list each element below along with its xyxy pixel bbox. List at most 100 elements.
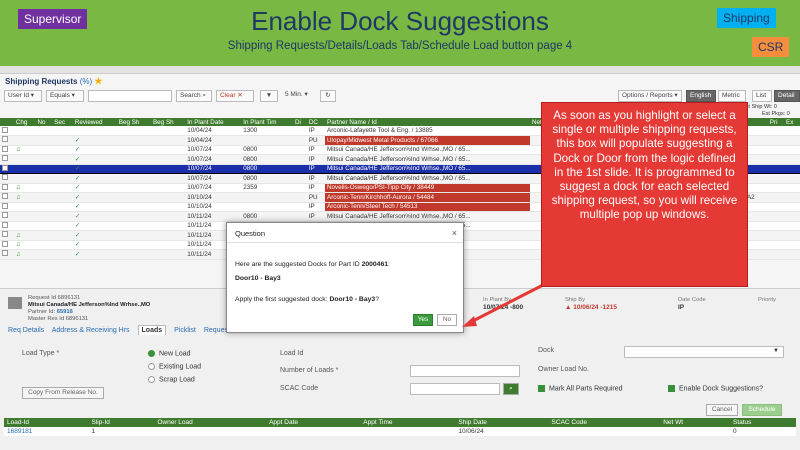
row-select-checkbox[interactable] xyxy=(2,145,8,152)
cell xyxy=(35,221,53,231)
no-button[interactable]: No xyxy=(437,314,457,326)
grid-column-header[interactable]: Sec xyxy=(52,118,73,126)
close-icon[interactable]: × xyxy=(452,228,457,238)
cell xyxy=(784,163,800,174)
grid-column-header[interactable]: No xyxy=(35,118,53,126)
cell xyxy=(72,126,117,136)
date-code-value: IP xyxy=(678,304,685,311)
cell xyxy=(52,221,73,231)
app-top-bar xyxy=(0,66,800,74)
cell xyxy=(116,126,151,136)
loads-column-header[interactable]: Status xyxy=(730,418,796,427)
row-select-checkbox[interactable] xyxy=(2,250,8,257)
cell xyxy=(0,135,14,146)
cell xyxy=(35,240,53,250)
english-toggle[interactable]: English xyxy=(686,90,716,102)
music-note-icon: ♫ xyxy=(15,193,21,201)
favorite-star-icon[interactable]: ★ xyxy=(94,76,102,86)
dock-select[interactable]: ▼ xyxy=(624,346,784,358)
tab-picklist[interactable]: Picklist xyxy=(174,327,196,334)
filter-field-select[interactable]: User Id ▾ xyxy=(4,90,42,102)
cell xyxy=(116,145,151,155)
grid-column-header[interactable]: Di xyxy=(293,118,307,126)
loads-cell[interactable]: 1689181 xyxy=(4,427,89,436)
grid-column-header[interactable]: Partner Name / Id xyxy=(325,118,530,126)
grid-column-header[interactable]: DC xyxy=(306,118,325,126)
tab-req-details[interactable]: Req Details xyxy=(8,327,44,334)
loads-column-header[interactable]: Appt Date xyxy=(266,418,361,427)
cell-partner: Arconic-Tenn/Kirchhoff-Aurora / 54484 xyxy=(325,192,530,203)
grid-column-header[interactable]: Reviewed xyxy=(72,118,117,126)
yes-button[interactable]: Yes xyxy=(413,314,433,326)
cancel-button[interactable]: Cancel xyxy=(706,404,738,416)
list-view-toggle[interactable]: List xyxy=(752,90,772,102)
filter-funnel-button[interactable]: ▼ xyxy=(260,90,278,102)
row-select-checkbox[interactable] xyxy=(2,164,8,171)
loads-column-header[interactable]: Load-Id xyxy=(4,418,89,427)
cell xyxy=(52,249,73,260)
loads-column-header[interactable]: Slip-Id xyxy=(88,418,155,427)
row-select-checkbox[interactable] xyxy=(2,174,8,181)
loads-row[interactable]: 1689181 1 10/06/24 0 xyxy=(4,427,796,436)
tab-loads[interactable]: Loads xyxy=(137,325,167,335)
schedule-button[interactable]: Schedule xyxy=(742,404,782,416)
radio-existing-load[interactable]: Existing Load xyxy=(148,363,201,370)
row-select-checkbox[interactable] xyxy=(2,193,8,200)
grid-column-header[interactable]: In Plant Tim xyxy=(241,118,293,126)
row-select-checkbox[interactable] xyxy=(2,126,8,133)
tab-address-receiving[interactable]: Address & Receiving Hrs xyxy=(52,327,130,334)
cell xyxy=(35,230,53,241)
enable-dock-suggestions-checkbox[interactable]: Enable Dock Suggestions? xyxy=(668,385,763,392)
grid-column-header[interactable]: Beg Sh xyxy=(116,118,151,126)
metric-toggle[interactable]: Metric xyxy=(718,90,746,102)
options-reports-label: Options / Reports xyxy=(622,92,673,99)
row-select-checkbox[interactable] xyxy=(2,221,8,228)
grid-column-header[interactable]: Ex xyxy=(784,118,800,126)
grid-column-header[interactable]: Chg xyxy=(13,118,36,126)
filter-value-input[interactable] xyxy=(88,90,172,102)
grid-column-header[interactable]: Beg Sh xyxy=(150,118,186,126)
check-icon: ✓ xyxy=(74,203,81,211)
refresh-button[interactable]: ↻ xyxy=(320,90,336,102)
scac-code-input[interactable] xyxy=(410,383,500,395)
filter-operator-select[interactable]: Equals ▾ xyxy=(46,90,84,102)
search-button[interactable]: Search ⌕ xyxy=(176,90,212,102)
mark-all-parts-checkbox[interactable]: Mark All Parts Required xyxy=(538,385,623,392)
cell-time xyxy=(241,135,293,146)
clear-button[interactable]: Clear ✕ xyxy=(216,90,254,102)
dialog-suggested-dock: Door10 - Bay3 xyxy=(235,275,281,282)
grid-column-header[interactable] xyxy=(0,118,14,126)
row-select-checkbox[interactable] xyxy=(2,202,8,209)
num-loads-input[interactable] xyxy=(410,365,520,377)
loads-column-header[interactable]: SCAC Code xyxy=(548,418,661,427)
row-select-checkbox[interactable] xyxy=(2,155,8,162)
copy-from-release-button[interactable]: Copy From Release No. xyxy=(22,387,104,399)
loads-column-header[interactable]: Owner Load xyxy=(154,418,267,427)
binoculars-search-button[interactable]: ⌕ xyxy=(503,383,519,395)
radio-new-load[interactable]: New Load xyxy=(148,350,191,357)
cell xyxy=(293,211,307,222)
row-select-checkbox[interactable] xyxy=(2,212,8,219)
row-select-checkbox[interactable] xyxy=(2,240,8,247)
cell xyxy=(35,249,53,260)
loads-column-header[interactable]: Net Wt xyxy=(660,418,730,427)
cell: ✓ xyxy=(72,230,117,241)
partner-id-link[interactable]: 65916 xyxy=(57,309,73,315)
cell xyxy=(150,202,186,212)
loads-column-header[interactable]: Ship Date xyxy=(455,418,549,427)
row-select-checkbox[interactable] xyxy=(2,136,8,143)
radio-scrap-load[interactable]: Scrap Load xyxy=(148,376,195,383)
cell xyxy=(35,135,53,146)
refresh-interval-select[interactable]: 5 Min. ▾ xyxy=(282,90,318,102)
cell xyxy=(13,173,36,184)
dialog-line3-prefix: Apply the first suggested dock: xyxy=(235,296,328,303)
grid-column-header[interactable]: In Plant Date xyxy=(185,118,242,126)
cell xyxy=(116,211,151,222)
options-reports-button[interactable]: Options / Reports ▾ xyxy=(618,90,682,102)
row-select-checkbox[interactable] xyxy=(2,183,8,190)
grid-column-header[interactable]: Pri xyxy=(767,118,785,126)
row-select-checkbox[interactable] xyxy=(2,231,8,238)
priority-label: Priority xyxy=(758,297,777,303)
detail-view-toggle[interactable]: Detail xyxy=(774,90,800,102)
loads-column-header[interactable]: Appt Time xyxy=(360,418,456,427)
